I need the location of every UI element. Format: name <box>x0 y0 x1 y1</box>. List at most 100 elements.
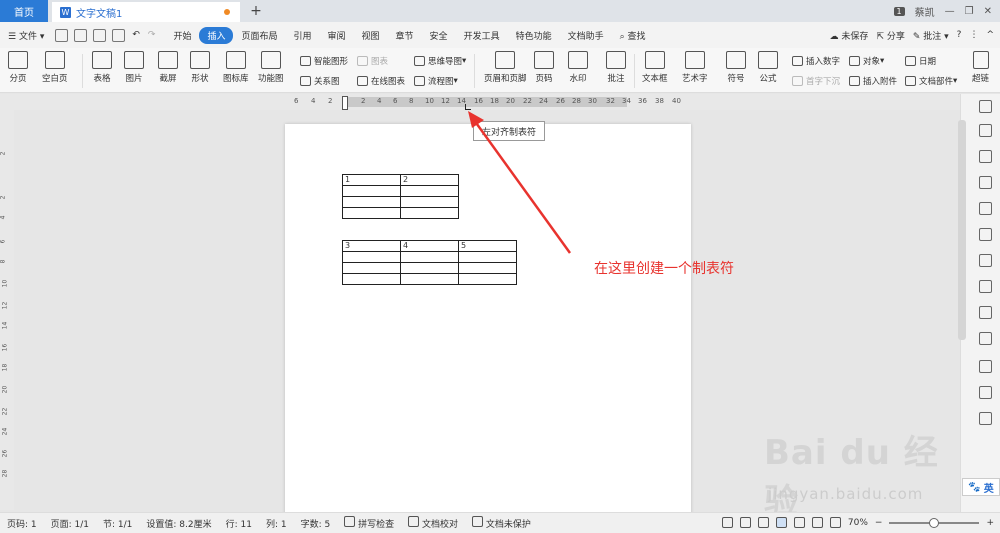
fullscreen-icon[interactable] <box>721 517 733 528</box>
lock-icon[interactable] <box>979 332 992 345</box>
table-cell[interactable] <box>400 207 459 219</box>
menu-references[interactable]: 引用 <box>285 29 319 42</box>
symbol-button[interactable]: 符号 <box>726 51 746 84</box>
writing-mode-icon[interactable] <box>757 517 769 528</box>
table-cell[interactable] <box>342 251 401 263</box>
zoom-out-button[interactable]: − <box>875 518 883 528</box>
shape-button[interactable]: 形状 <box>190 51 210 84</box>
protect-button[interactable]: 文档未保护 <box>465 516 538 530</box>
table-cell[interactable]: 3 <box>342 240 401 252</box>
more-icon[interactable]: ⋮ <box>969 30 978 40</box>
indent-marker-icon[interactable] <box>342 96 348 110</box>
location-icon[interactable] <box>979 176 992 189</box>
grid-table-icon[interactable] <box>979 254 992 267</box>
export-pdf-icon[interactable] <box>74 28 88 42</box>
menu-view[interactable]: 视图 <box>354 29 388 42</box>
icon-library-button[interactable]: 图标库 <box>223 51 249 84</box>
zoom-level[interactable]: 70% <box>848 518 868 528</box>
home-tab[interactable]: 首页 <box>0 0 48 22</box>
relation-chart-button[interactable]: 关系图 <box>300 75 340 87</box>
flowchart-button[interactable]: 流程图 ▾ <box>414 75 458 87</box>
menu-review[interactable]: 审阅 <box>320 29 354 42</box>
table-cell[interactable] <box>400 251 459 263</box>
redo-icon[interactable]: ↷ <box>148 30 156 40</box>
menu-features[interactable]: 特色功能 <box>508 29 560 42</box>
print-icon[interactable] <box>93 28 107 42</box>
online-chart-button[interactable]: 在线图表 <box>357 75 405 87</box>
menu-developer[interactable]: 开发工具 <box>456 29 508 42</box>
doc-search-icon[interactable] <box>979 360 992 373</box>
shapes-icon[interactable] <box>979 228 992 241</box>
apps-icon[interactable] <box>979 280 992 293</box>
table-cell[interactable] <box>400 262 459 274</box>
expand-panel-icon[interactable] <box>979 100 992 113</box>
mindmap-button[interactable]: 思维导图 ▾ <box>414 55 466 67</box>
ruler-text-area[interactable] <box>345 97 627 107</box>
close-icon[interactable]: ✕ <box>984 6 992 17</box>
date-button[interactable]: 日期 <box>905 55 936 67</box>
table-cell[interactable] <box>342 185 401 197</box>
table-cell[interactable] <box>342 207 401 219</box>
table-cell[interactable] <box>400 196 459 208</box>
page-number-button[interactable]: 页码 <box>534 51 554 84</box>
table-one[interactable]: 12 <box>342 174 459 219</box>
attachment-button[interactable]: 插入附件 <box>849 75 897 87</box>
spell-check-button[interactable]: 拼写检查 <box>337 516 401 530</box>
undo-icon[interactable]: ↶ <box>132 30 140 40</box>
collapse-ribbon-icon[interactable]: ^ <box>986 30 994 40</box>
zoom-slider[interactable] <box>889 517 980 528</box>
window-count-badge[interactable]: 1 <box>893 6 905 16</box>
status-words[interactable]: 字数: 5 <box>294 517 338 530</box>
table-cell[interactable]: 2 <box>400 174 459 186</box>
menu-insert[interactable]: 插入 <box>199 26 234 44</box>
zoom-in-button[interactable]: + <box>986 518 994 528</box>
table-cell[interactable] <box>458 262 517 274</box>
hyperlink-button[interactable]: 超链 <box>972 51 989 84</box>
restore-icon[interactable]: ❐ <box>965 6 974 17</box>
chart-button[interactable]: 图表 <box>357 55 388 67</box>
menu-page-layout[interactable]: 页面布局 <box>233 29 285 42</box>
table-cell[interactable] <box>342 262 401 274</box>
menu-chapter[interactable]: 章节 <box>388 29 422 42</box>
wordart-button[interactable]: 艺术字 <box>682 51 708 84</box>
page-break-button[interactable]: 分页 <box>8 51 28 84</box>
watermark-button[interactable]: 水印 <box>568 51 588 84</box>
vertical-scrollbar[interactable] <box>958 120 966 340</box>
menu-doc-assistant[interactable]: 文档助手 <box>560 29 612 42</box>
share-out-icon[interactable] <box>979 386 992 399</box>
function-chart-button[interactable]: 功能图 <box>258 51 284 84</box>
object-button[interactable]: 对象 ▾ <box>849 55 884 67</box>
proofread-button[interactable]: 文档校对 <box>401 516 465 530</box>
table-cell[interactable] <box>342 196 401 208</box>
table-cell[interactable] <box>400 185 459 197</box>
page-view-icon[interactable] <box>775 517 787 528</box>
insert-number-button[interactable]: 插入数字 <box>792 55 840 67</box>
reading-mode-icon[interactable] <box>739 517 751 528</box>
menu-start[interactable]: 开始 <box>165 29 199 42</box>
outline-view-icon[interactable] <box>793 517 805 528</box>
picture-button[interactable]: 图片 <box>124 51 144 84</box>
smart-shape-button[interactable]: 智能图形 <box>300 55 348 67</box>
textbox-button[interactable]: 文本框 <box>642 51 668 84</box>
blank-page-button[interactable]: 空白页 <box>42 51 68 84</box>
paw-icon[interactable] <box>979 202 992 215</box>
table-cell[interactable]: 1 <box>342 174 401 186</box>
annotation-button[interactable]: 批注 <box>606 51 626 84</box>
zoom-slider-knob[interactable] <box>929 517 940 528</box>
user-name[interactable]: 蔡凯 <box>915 4 935 19</box>
help-button[interactable]: ? <box>957 30 962 40</box>
formula-button[interactable]: 公式 <box>758 51 778 84</box>
table-button[interactable]: 表格 <box>92 51 112 84</box>
comment-button[interactable]: ✎ 批注 ▾ <box>913 29 949 42</box>
document-tab[interactable]: W 文字文稿1 <box>52 2 240 22</box>
table-cell[interactable] <box>458 273 517 285</box>
new-tab-button[interactable]: + <box>248 2 264 20</box>
unsaved-button[interactable]: ☁ 未保存 <box>830 29 869 42</box>
eye-protection-icon[interactable] <box>829 517 841 528</box>
search-command[interactable]: ⌕ 查找 <box>612 29 654 42</box>
select-icon[interactable] <box>979 150 992 163</box>
menu-security[interactable]: 安全 <box>422 29 456 42</box>
drop-cap-button[interactable]: 首字下沉 <box>792 75 840 87</box>
table-cell[interactable] <box>400 273 459 285</box>
table-cell[interactable]: 4 <box>400 240 459 252</box>
